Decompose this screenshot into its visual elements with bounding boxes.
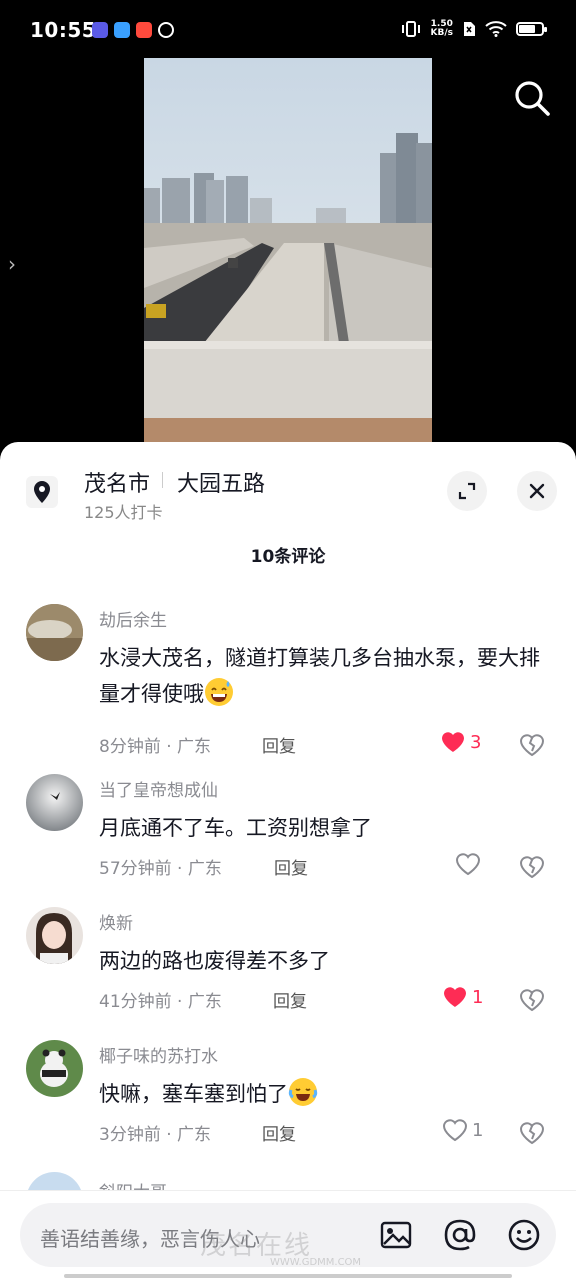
location-checkins: 125人打卡	[84, 503, 163, 522]
avatar[interactable]	[26, 1040, 83, 1097]
app-notification-icon	[114, 22, 130, 38]
like-button[interactable]: 1	[442, 985, 483, 1009]
close-button[interactable]	[517, 471, 557, 511]
comment-username[interactable]: 焕新	[99, 909, 133, 934]
status-time: 10:55	[30, 18, 97, 42]
video-player[interactable]: ›	[0, 58, 576, 445]
comment-meta: 57分钟前 · 广东	[99, 859, 222, 879]
app-notification-icon	[158, 22, 174, 38]
avatar[interactable]	[26, 907, 83, 964]
close-icon	[529, 483, 545, 499]
comment-item: 椰子味的苏打水 快嘛，塞车塞到怕了 3分钟前 · 广东 回复 1	[0, 1040, 576, 1150]
reply-button[interactable]: 回复	[262, 732, 296, 757]
emoji-icon[interactable]	[506, 1217, 542, 1253]
broken-heart-icon[interactable]	[519, 732, 545, 758]
location-divider	[162, 472, 163, 488]
like-button[interactable]: 1	[442, 1118, 483, 1142]
vibrate-icon	[401, 21, 420, 37]
comment-username[interactable]: 当了皇帝想成仙	[99, 776, 218, 801]
sim-off-icon	[464, 22, 475, 36]
comment-item: 劫后余生 水浸大茂名，隧道打算装几多台抽水泵，要大排量才得使哦 8分钟前 · 广…	[0, 604, 576, 757]
wifi-icon	[485, 21, 507, 37]
mention-icon[interactable]	[442, 1217, 478, 1253]
comment-text: 水浸大茂名，隧道打算装几多台抽水泵，要大排量才得使哦	[99, 646, 540, 706]
comment-username[interactable]: 劫后余生	[99, 606, 167, 631]
comment-username[interactable]: 椰子味的苏打水	[99, 1042, 218, 1067]
heart-outline-icon	[455, 853, 481, 876]
like-button[interactable]	[455, 852, 485, 876]
app-notification-icon	[92, 22, 108, 38]
home-indicator[interactable]	[64, 1274, 512, 1278]
network-speed: 1.50 KB/s	[430, 19, 453, 38]
broken-heart-icon[interactable]	[519, 1120, 545, 1146]
chevron-right-icon[interactable]: ›	[8, 252, 16, 276]
like-count: 3	[470, 731, 482, 753]
heart-outline-icon	[442, 1119, 468, 1142]
comment-meta: 41分钟前 · 广东	[99, 992, 222, 1012]
image-icon[interactable]	[378, 1217, 414, 1253]
comment-text: 两边的路也废得差不多了	[99, 949, 330, 973]
reply-button[interactable]: 回复	[262, 1120, 296, 1145]
location-city[interactable]: 茂名市	[84, 466, 150, 498]
heart-filled-icon	[444, 987, 466, 1007]
comment-meta: 8分钟前 · 广东	[99, 737, 212, 757]
comment-item: 当了皇帝想成仙 月底通不了车。工资别想拿了 57分钟前 · 广东 回复	[0, 774, 576, 884]
comment-text: 月底通不了车。工资别想拿了	[99, 816, 372, 840]
comment-text: 快嘛，塞车塞到怕了	[99, 1076, 559, 1112]
comment-count: 10条评论	[250, 547, 326, 567]
expand-button[interactable]	[447, 471, 487, 511]
sweat-smile-emoji-icon	[205, 678, 233, 706]
comment-item: 焕新 两边的路也废得差不多了 41分钟前 · 广东 回复 1	[0, 907, 576, 1017]
heart-filled-icon	[442, 732, 464, 752]
location-pin-icon	[26, 476, 58, 508]
search-icon[interactable]	[510, 76, 554, 120]
status-app-icons	[92, 22, 174, 38]
reply-button[interactable]: 回复	[274, 854, 308, 879]
battery-icon	[516, 22, 547, 36]
avatar[interactable]	[26, 604, 83, 661]
like-count: 1	[472, 1119, 484, 1141]
status-indicators: 1.50 KB/s	[400, 19, 547, 38]
expand-icon	[458, 482, 476, 500]
video-frame	[144, 58, 432, 443]
broken-heart-icon[interactable]	[519, 987, 545, 1013]
like-button[interactable]: 3	[440, 730, 481, 754]
reply-button[interactable]: 回复	[273, 987, 307, 1012]
app-notification-icon	[136, 22, 152, 38]
comment-meta: 3分钟前 · 广东	[99, 1125, 212, 1145]
status-bar: 10:55 1.50 KB/s	[0, 0, 576, 60]
comment-sheet: 茂名市 大园五路 125人打卡 10条评论 劫后余生 水浸大茂名，隧道打算装几多…	[0, 442, 576, 1280]
avatar[interactable]	[26, 774, 83, 831]
location-road[interactable]: 大园五路	[177, 466, 265, 498]
cry-laugh-emoji-icon	[288, 1078, 318, 1106]
like-count: 1	[472, 986, 484, 1008]
broken-heart-icon[interactable]	[519, 854, 545, 880]
watermark-url: WWW.GDMM.COM	[270, 1257, 362, 1268]
